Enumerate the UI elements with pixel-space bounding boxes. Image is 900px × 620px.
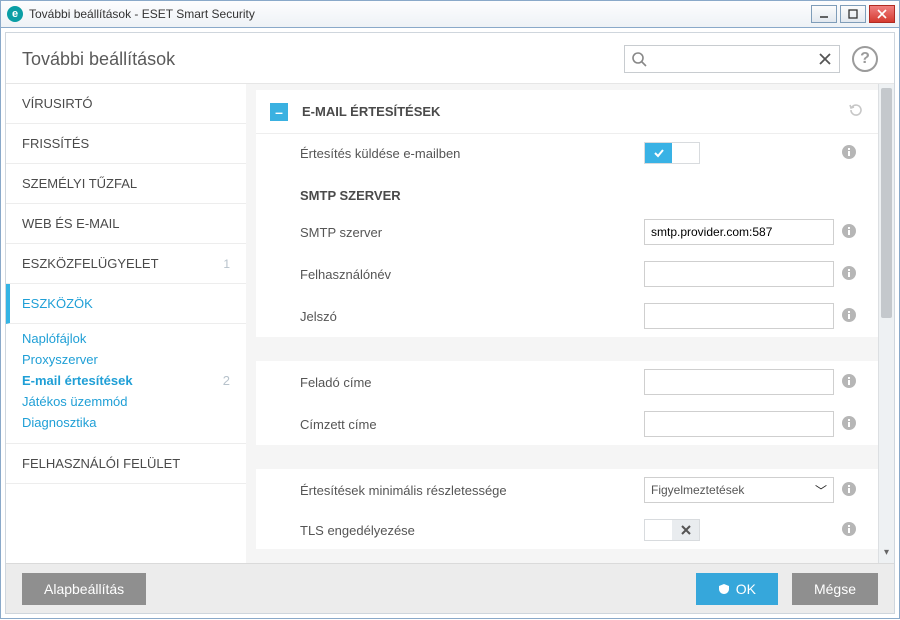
search-input[interactable] — [651, 52, 813, 67]
sidebar-sub-logfiles[interactable]: Naplófájlok — [22, 328, 246, 349]
sidebar-item-antivirus[interactable]: VÍRUSIRTÓ — [6, 84, 246, 124]
sidebar-item-label: WEB ÉS E-MAIL — [22, 216, 120, 231]
sidebar-item-ui[interactable]: FELHASZNÁLÓI FELÜLET — [6, 444, 246, 484]
row-username: Felhasználónév — [256, 253, 878, 295]
input-password[interactable] — [644, 303, 834, 329]
scrollbar[interactable]: ▾ — [878, 84, 894, 563]
sidebar-item-label: E-mail értesítések — [22, 373, 133, 388]
ok-button[interactable]: OK — [696, 573, 778, 605]
row-tls: TLS engedélyezése — [256, 511, 878, 549]
row-label: Felhasználónév — [300, 267, 644, 282]
sidebar-item-label: ESZKÖZFELÜGYELET — [22, 256, 159, 271]
row-to-address: Címzett címe — [256, 403, 878, 445]
section-title: E-MAIL ÉRTESÍTÉSEK — [302, 104, 440, 119]
clear-search-icon[interactable] — [817, 51, 833, 67]
scrollbar-thumb[interactable] — [881, 88, 892, 318]
close-button[interactable] — [869, 5, 895, 23]
toggle-send-email[interactable] — [644, 142, 700, 164]
toggle-on-side — [645, 520, 672, 540]
sidebar-item-label: Játékos üzemmód — [22, 394, 128, 409]
select-value: Figyelmeztetések — [651, 483, 744, 497]
app-icon: e — [7, 6, 23, 22]
settings-content: – E-MAIL ÉRTESÍTÉSEK Értesítés küldése e… — [246, 84, 878, 563]
button-label: Mégse — [814, 581, 856, 597]
shield-icon — [718, 583, 730, 595]
input-from-address[interactable] — [644, 369, 834, 395]
subheader-smtp: SMTP SZERVER — [256, 172, 878, 211]
sidebar-badge: 1 — [223, 257, 230, 271]
sidebar-item-label: FELHASZNÁLÓI FELÜLET — [22, 456, 180, 471]
sidebar-badge: 2 — [223, 373, 230, 388]
sidebar-item-label: ESZKÖZÖK — [22, 296, 93, 311]
row-password: Jelszó — [256, 295, 878, 337]
toggle-off-side — [672, 143, 699, 163]
input-username[interactable] — [644, 261, 834, 287]
collapse-icon[interactable]: – — [270, 103, 288, 121]
scroll-down-icon[interactable]: ▾ — [879, 547, 894, 563]
toggle-tls[interactable] — [644, 519, 700, 541]
row-label: TLS engedélyezése — [300, 523, 644, 538]
info-icon[interactable] — [834, 521, 864, 540]
info-icon[interactable] — [834, 265, 864, 284]
page-header: További beállítások ? — [6, 33, 894, 83]
sidebar-item-label: Diagnosztika — [22, 415, 96, 430]
help-button[interactable]: ? — [852, 46, 878, 72]
sidebar-item-web-email[interactable]: WEB ÉS E-MAIL — [6, 204, 246, 244]
sidebar-sub-proxy[interactable]: Proxyszerver — [22, 349, 246, 370]
titlebar: e További beállítások - ESET Smart Secur… — [0, 0, 900, 28]
check-icon — [645, 143, 672, 163]
reset-section-icon[interactable] — [848, 102, 864, 121]
row-from-address: Feladó címe — [256, 361, 878, 403]
page-title: További beállítások — [22, 49, 624, 70]
info-icon[interactable] — [834, 373, 864, 392]
row-verbosity: Értesítések minimális részletessége Figy… — [256, 469, 878, 511]
sidebar-item-label: FRISSÍTÉS — [22, 136, 89, 151]
row-label: Értesítések minimális részletessége — [300, 483, 644, 498]
sidebar-item-label: Naplófájlok — [22, 331, 86, 346]
info-icon[interactable] — [834, 144, 864, 163]
sidebar-item-update[interactable]: FRISSÍTÉS — [6, 124, 246, 164]
x-icon — [672, 520, 699, 540]
button-label: Alapbeállítás — [44, 581, 124, 597]
sidebar: VÍRUSIRTÓ FRISSÍTÉS SZEMÉLYI TŰZFAL WEB … — [6, 84, 246, 563]
sidebar-item-firewall[interactable]: SZEMÉLYI TŰZFAL — [6, 164, 246, 204]
default-settings-button[interactable]: Alapbeállítás — [22, 573, 146, 605]
info-icon[interactable] — [834, 307, 864, 326]
row-label: Feladó címe — [300, 375, 644, 390]
maximize-button[interactable] — [840, 5, 866, 23]
row-send-email: Értesítés küldése e-mailben — [256, 133, 878, 172]
input-smtp-server[interactable] — [644, 219, 834, 245]
info-icon[interactable] — [834, 415, 864, 434]
sidebar-sub-email-notifications[interactable]: E-mail értesítések 2 — [22, 370, 246, 391]
select-verbosity[interactable]: Figyelmeztetések ﹀ — [644, 477, 834, 503]
sidebar-item-label: SZEMÉLYI TŰZFAL — [22, 176, 137, 191]
row-label: Jelszó — [300, 309, 644, 324]
chevron-down-icon: ﹀ — [815, 482, 827, 499]
sidebar-tools-subnav: Naplófájlok Proxyszerver E-mail értesíté… — [6, 324, 246, 444]
sidebar-item-label: Proxyszerver — [22, 352, 98, 367]
search-box[interactable] — [624, 45, 840, 73]
sidebar-sub-gamer-mode[interactable]: Játékos üzemmód — [22, 391, 246, 412]
row-smtp-server: SMTP szerver — [256, 211, 878, 253]
info-icon[interactable] — [834, 223, 864, 242]
row-label: Címzett címe — [300, 417, 644, 432]
window-title: További beállítások - ESET Smart Securit… — [29, 7, 255, 21]
sidebar-sub-diagnostics[interactable]: Diagnosztika — [22, 412, 246, 433]
input-to-address[interactable] — [644, 411, 834, 437]
sidebar-item-device-control[interactable]: ESZKÖZFELÜGYELET 1 — [6, 244, 246, 284]
search-icon — [631, 51, 647, 67]
minimize-button[interactable] — [811, 5, 837, 23]
row-label: Értesítés küldése e-mailben — [300, 146, 644, 161]
footer: Alapbeállítás OK Mégse — [6, 563, 894, 613]
section-header-email: – E-MAIL ÉRTESÍTÉSEK — [256, 90, 878, 133]
sidebar-item-label: VÍRUSIRTÓ — [22, 96, 93, 111]
cancel-button[interactable]: Mégse — [792, 573, 878, 605]
sidebar-item-tools[interactable]: ESZKÖZÖK — [6, 284, 246, 324]
info-icon[interactable] — [834, 481, 864, 500]
row-label: SMTP szerver — [300, 225, 644, 240]
button-label: OK — [736, 581, 756, 597]
